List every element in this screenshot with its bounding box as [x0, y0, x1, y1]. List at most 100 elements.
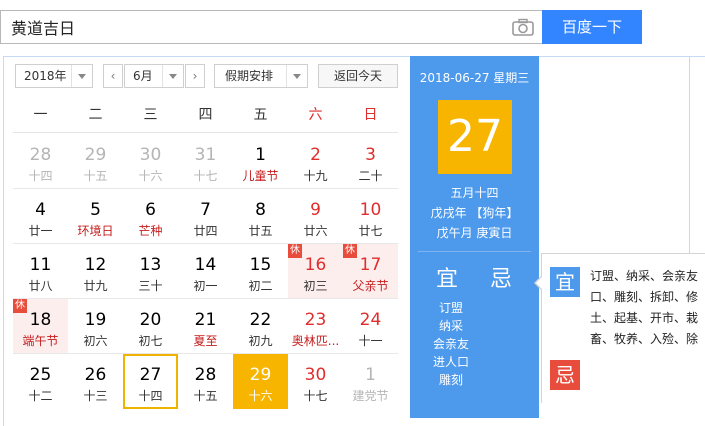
calendar-day-cell[interactable]: 24 十一	[343, 299, 398, 354]
day-number: 17	[359, 255, 382, 275]
calendar-day-cell[interactable]: 13 三十	[123, 244, 178, 299]
calendar-day-cell[interactable]: 21 夏至	[178, 299, 233, 354]
calendar-day-cell[interactable]: 6 芒种	[123, 189, 178, 244]
day-number: 7	[200, 200, 211, 220]
suitable-line: 土、起基、开市、栽	[590, 311, 699, 325]
calendar-day-cell[interactable]: 14 初一	[178, 244, 233, 299]
lunar-label: 父亲节	[352, 279, 389, 293]
calendar-day-cell[interactable]: 休 16 初三	[288, 244, 343, 299]
calendar-day-cell[interactable]: 28 十四	[13, 134, 68, 189]
suitable-item: 会亲友	[432, 337, 469, 351]
selected-date: 2018-06-27 星期三	[419, 71, 530, 85]
calendar-day-cell[interactable]: 休 17 父亲节	[343, 244, 398, 299]
divider	[13, 132, 398, 133]
calendar-day-cell[interactable]: 10 廿七	[343, 189, 398, 244]
calendar-day-cell[interactable]: 11 廿八	[13, 244, 68, 299]
day-number: 14	[194, 255, 217, 275]
back-to-today-button[interactable]: 返回今天	[318, 64, 398, 88]
lunar-label: 夏至	[193, 334, 218, 348]
calendar-day-cell[interactable]: 5 环境日	[68, 189, 123, 244]
day-detail-panel: 2018-06-27 星期三 27 五月十四 戊戌年 【狗年】 戊午月 庚寅日 …	[410, 56, 539, 418]
calendar-day-cell[interactable]: 15 初二	[233, 244, 288, 299]
calendar-day-cell[interactable]: 30 十七	[288, 354, 343, 409]
calendar-day-cell[interactable]: 19 初六	[68, 299, 123, 354]
calendar-day-cell[interactable]: 20 初七	[123, 299, 178, 354]
month-select[interactable]: 6月	[124, 64, 184, 88]
lunar-label: 十九	[303, 169, 328, 183]
calendar-day-cell[interactable]: 23 奥林匹...	[288, 299, 343, 354]
suitable-line: 畜、牧养、入殓、除	[590, 332, 699, 346]
next-month-button[interactable]: ›	[185, 64, 205, 88]
lunar-label: 初一	[193, 279, 218, 293]
calendar-day-cell[interactable]: 27 十四	[123, 354, 178, 409]
calendar-day-cell[interactable]: 7 廿四	[178, 189, 233, 244]
day-number: 24	[359, 310, 382, 330]
weekday-label: 一	[33, 107, 48, 123]
day-number: 2	[310, 145, 321, 165]
day-number: 26	[84, 365, 107, 385]
calendar-day-cell[interactable]: 29 十五	[68, 134, 123, 189]
day-number: 20	[139, 310, 162, 330]
day-number: 3	[365, 145, 376, 165]
calendar-day-cell[interactable]: 休 18 端午节	[13, 299, 68, 354]
day-number: 8	[255, 200, 266, 220]
calendar-day-cell[interactable]: 9 廿六	[288, 189, 343, 244]
lunar-label: 初二	[248, 279, 273, 293]
avoid-label: 忌	[490, 267, 513, 292]
day-number: 31	[194, 145, 217, 165]
big-day-number: 27	[438, 100, 512, 174]
calendar-day-cell[interactable]: 2 十九	[288, 134, 343, 189]
day-number: 23	[304, 310, 327, 330]
year-select[interactable]: 2018年	[15, 64, 93, 88]
day-number: 13	[139, 255, 162, 275]
day-number: 27	[139, 365, 162, 385]
calendar-day-cell[interactable]: 22 初九	[233, 299, 288, 354]
day-number: 1	[365, 365, 376, 385]
day-number: 30	[139, 145, 162, 165]
day-number: 16	[304, 255, 327, 275]
lunar-label: 廿八	[28, 279, 53, 293]
calendar-day-cell[interactable]: 12 廿九	[68, 244, 123, 299]
weekday-label: 五	[253, 107, 268, 123]
lunar-label: 廿一	[28, 224, 53, 238]
chevron-down-icon	[71, 65, 92, 87]
day-number: 18	[29, 310, 52, 330]
holiday-badge: 休	[343, 244, 357, 258]
lunar-label: 十四	[138, 389, 163, 403]
search-button[interactable]: 百度一下	[542, 10, 642, 44]
weekday-label: 三	[143, 107, 158, 123]
lunar-label: 二十	[358, 169, 383, 183]
day-number: 28	[29, 145, 52, 165]
year-select-label: 2018年	[24, 69, 67, 83]
month-select-label: 6月	[133, 69, 153, 83]
calendar-day-cell[interactable]: 31 十七	[178, 134, 233, 189]
day-number: 19	[84, 310, 107, 330]
calendar-day-cell[interactable]: 29 十六	[233, 354, 288, 409]
prev-month-button[interactable]: ‹	[103, 64, 123, 88]
lunar-label: 廿九	[83, 279, 108, 293]
calendar-day-cell[interactable]: 30 十六	[123, 134, 178, 189]
day-number: 5	[90, 200, 101, 220]
search-input[interactable]	[1, 11, 501, 43]
lunar-label: 廿五	[248, 224, 273, 238]
lunar-label: 芒种	[138, 224, 163, 238]
calendar-day-cell[interactable]: 25 十二	[13, 354, 68, 409]
popup-arrow-inner	[536, 277, 542, 289]
lunar-label: 十五	[83, 169, 108, 183]
calendar-day-cell[interactable]: 8 廿五	[233, 189, 288, 244]
calendar-day-cell[interactable]: 4 廿一	[13, 189, 68, 244]
lunar-label: 初六	[83, 334, 108, 348]
calendar-day-cell[interactable]: 1 儿童节	[233, 134, 288, 189]
suitable-item: 纳采	[438, 319, 463, 333]
calendar-day-cell[interactable]: 1 建党节	[343, 354, 398, 409]
suitable-item: 进人口	[432, 355, 469, 369]
day-number: 9	[310, 200, 321, 220]
calendar-day-cell[interactable]: 26 十三	[68, 354, 123, 409]
holiday-select[interactable]: 假期安排	[214, 64, 308, 88]
lunar-label: 奥林匹...	[291, 334, 340, 348]
camera-icon[interactable]	[512, 18, 534, 36]
calendar-day-cell[interactable]: 3 二十	[343, 134, 398, 189]
lunar-label: 十五	[193, 389, 218, 403]
lunar-label: 端午节	[22, 334, 59, 348]
calendar-day-cell[interactable]: 28 十五	[178, 354, 233, 409]
